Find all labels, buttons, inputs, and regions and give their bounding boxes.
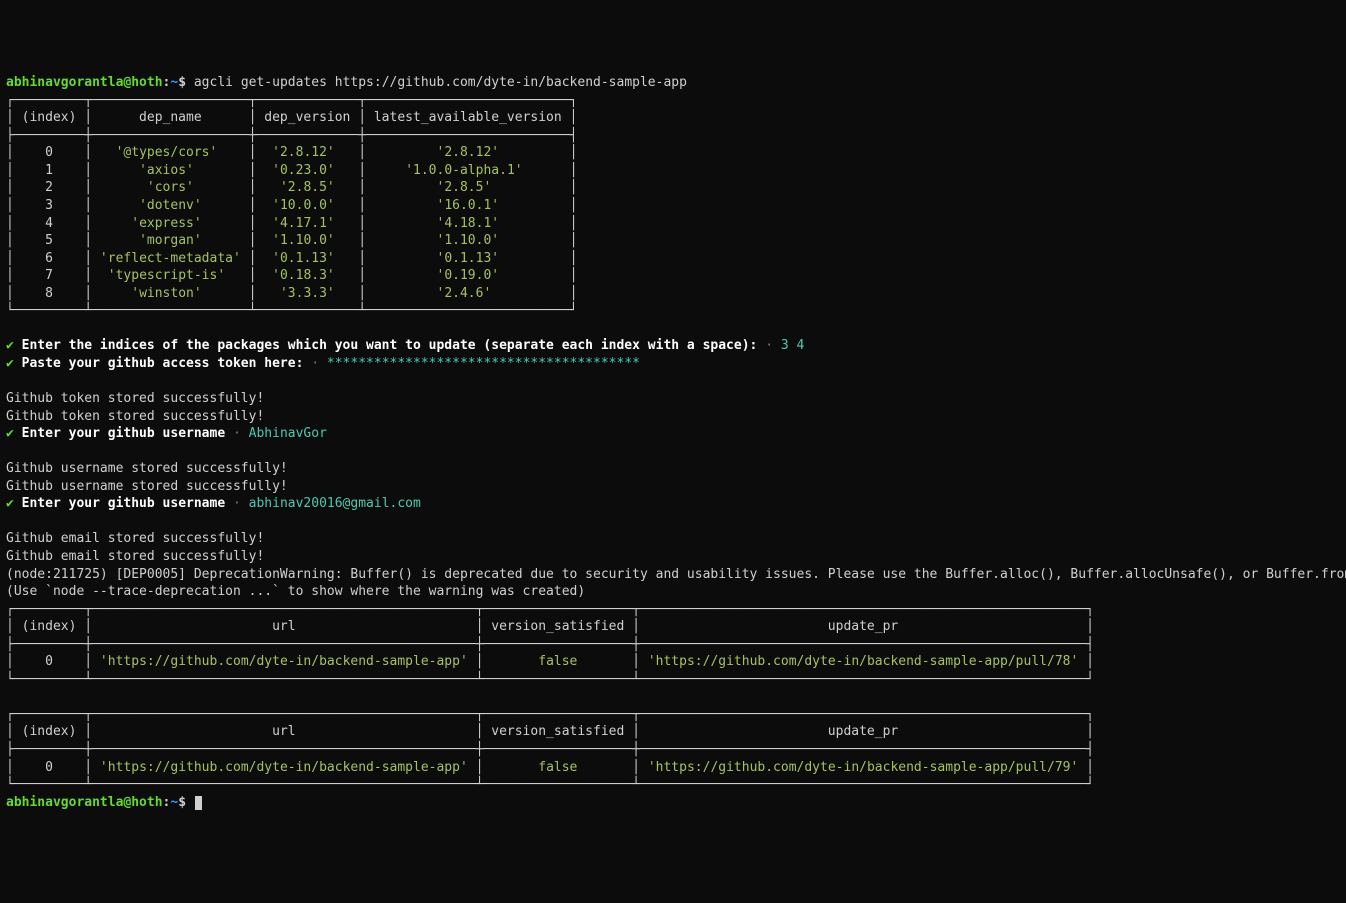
- check-icon: ✔: [6, 496, 14, 511]
- status-line: Github token stored successfully!: [6, 409, 264, 424]
- prompt-user: abhinavgorantla@hoth: [6, 795, 163, 810]
- prompt-sep: :: [163, 795, 171, 810]
- status-line: Github token stored successfully!: [6, 391, 264, 406]
- prompt-user: abhinavgorantla@hoth: [6, 75, 163, 90]
- question-answer: AbhinavGor: [249, 426, 327, 441]
- deprecation-line: (Use `node --trace-deprecation ...` to s…: [6, 584, 585, 599]
- check-icon: ✔: [6, 338, 14, 353]
- question-prompt: Paste your github access token here:: [22, 356, 304, 371]
- status-line: Github username stored successfully!: [6, 461, 288, 476]
- prompt-dollar: $: [178, 795, 194, 810]
- question-prompt: Enter your github username: [22, 426, 226, 441]
- status-line: Github username stored successfully!: [6, 479, 288, 494]
- status-line: Github email stored successfully!: [6, 531, 264, 546]
- question-prompt: Enter the indices of the packages which …: [22, 338, 758, 353]
- command-text: agcli get-updates https://github.com/dyt…: [194, 75, 687, 90]
- prompt-path: ~: [170, 795, 178, 810]
- check-icon: ✔: [6, 426, 14, 441]
- question-prompt: Enter your github username: [22, 496, 226, 511]
- question-answer: ****************************************: [327, 356, 640, 371]
- question-answer: abhinav20016@gmail.com: [249, 496, 421, 511]
- check-icon: ✔: [6, 356, 14, 371]
- deprecation-line: (node:211725) [DEP0005] DeprecationWarni…: [6, 567, 1346, 582]
- prompt-dollar: $: [178, 75, 194, 90]
- status-line: Github email stored successfully!: [6, 549, 264, 564]
- question-answer: 3 4: [781, 338, 804, 353]
- cursor: [195, 796, 202, 810]
- terminal-output[interactable]: abhinavgorantla@hoth:~$ agcli get-update…: [6, 74, 1340, 811]
